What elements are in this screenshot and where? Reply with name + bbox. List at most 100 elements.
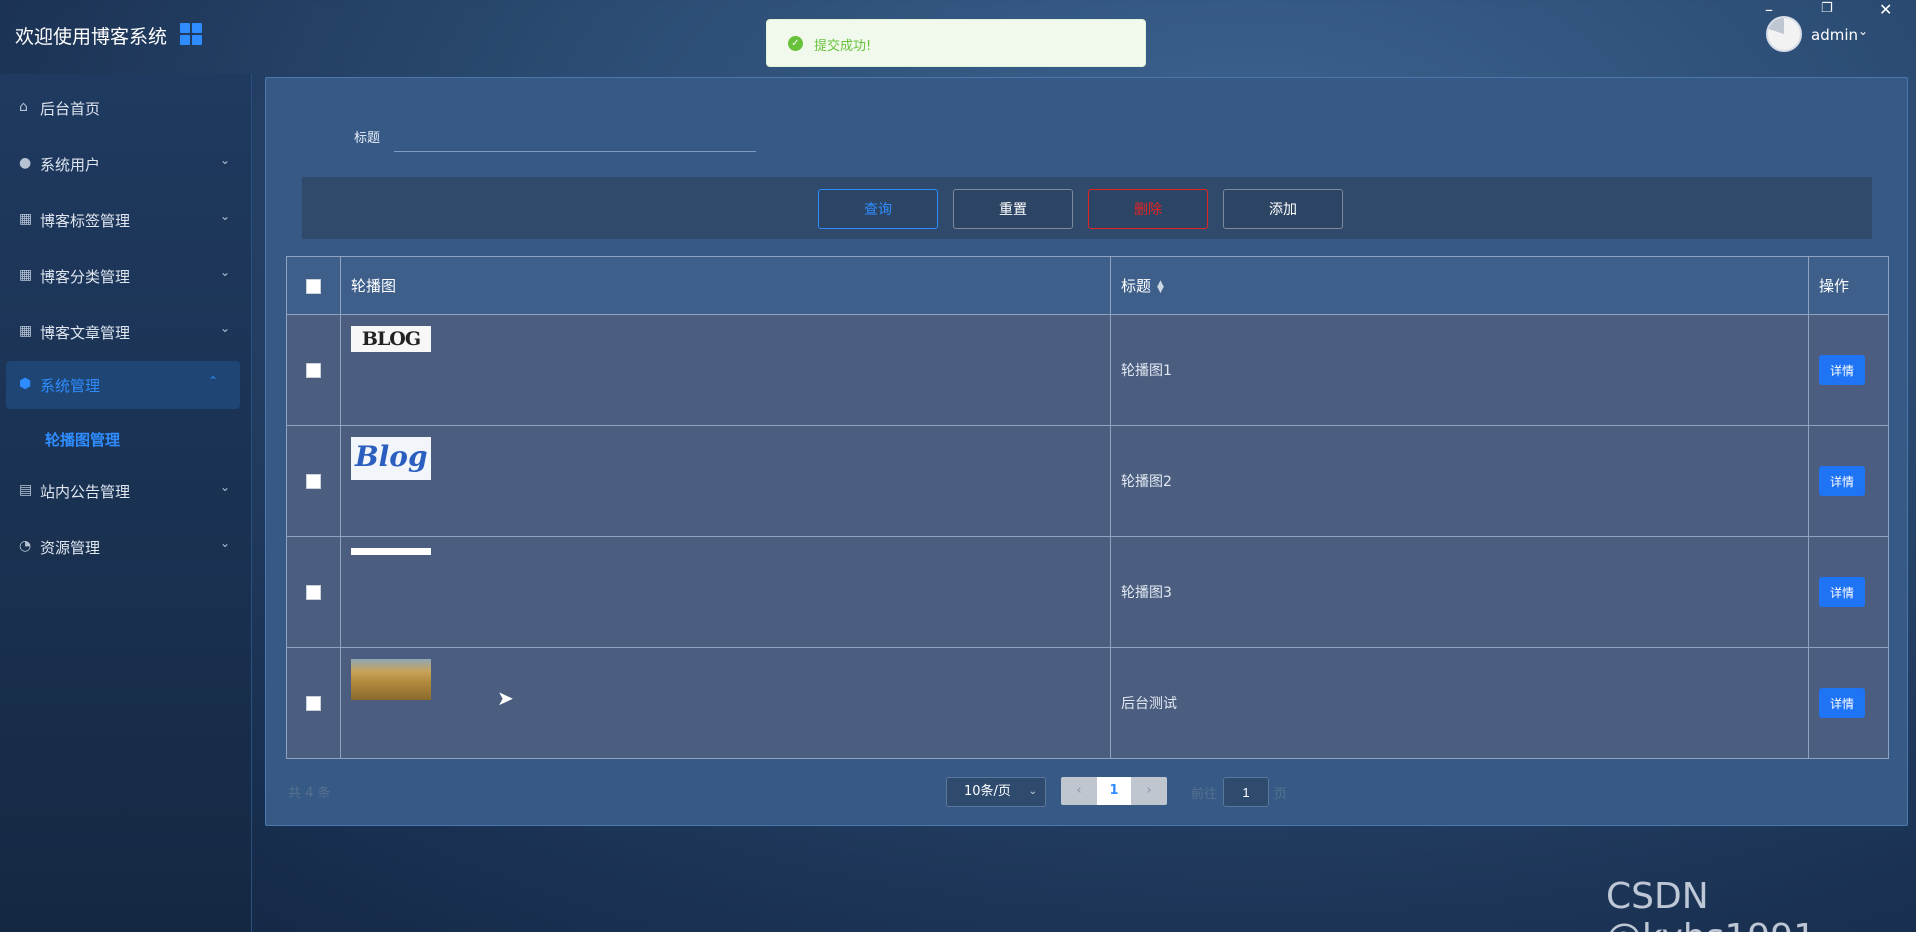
title-cell: 轮播图2 (1110, 425, 1809, 537)
user-name[interactable]: admin (1811, 26, 1858, 44)
sidebar-item-label: 资源管理 (40, 539, 101, 557)
check-circle-icon: ✓ (788, 36, 803, 51)
row-checkbox[interactable] (306, 584, 321, 600)
sidebar-item-resources[interactable]: ◔ 资源管理 ⌄ (0, 523, 252, 571)
table-row: Blog 轮播图2 详情 (286, 425, 1889, 537)
sidebar-item-label: 博客分类管理 (40, 268, 131, 286)
action-cell: 详情 (1808, 314, 1889, 426)
prev-page-button[interactable]: ‹ (1061, 777, 1097, 805)
row-checkbox[interactable] (306, 695, 321, 711)
app-title: 欢迎使用博客系统 (15, 26, 168, 48)
add-button[interactable]: 添加 (1223, 189, 1343, 229)
carousel-table: 轮播图 标题 ▲ ▼ 操作 BLOG 轮播图1 详情 Blog 轮播图2 详情 轮播 (286, 256, 1889, 759)
select-all-cell (286, 256, 341, 315)
title-cell: 轮播图1 (1110, 314, 1809, 426)
sidebar-item-label: 系统用户 (40, 156, 101, 174)
row-check-cell (286, 314, 341, 426)
total-count: 共 4 条 (288, 786, 331, 801)
thumb-cell: Blog (340, 425, 1111, 537)
sidebar-item-label: 系统管理 (40, 377, 101, 395)
page-size-value: 10条/页 (964, 784, 1011, 799)
reset-button[interactable]: 重置 (953, 189, 1073, 229)
column-header-title-label: 标题 (1121, 277, 1152, 295)
query-button[interactable]: 查询 (818, 189, 938, 229)
row-check-cell (286, 647, 341, 759)
sidebar-item-label: 博客文章管理 (40, 324, 131, 342)
row-check-cell (286, 536, 341, 648)
chevron-down-icon[interactable]: ⌄ (1858, 24, 1868, 38)
sidebar: ⌂ 后台首页 ● 系统用户 ⌄ ▦ 博客标签管理 ⌄ ▦ 博客分类管理 ⌄ ▦ … (0, 74, 252, 932)
chevron-down-icon: ⌄ (219, 480, 230, 494)
title-search-input[interactable] (394, 116, 756, 152)
action-cell: 详情 (1808, 536, 1889, 648)
carousel-thumbnail (351, 548, 431, 555)
grid-icon: ▦ (19, 323, 33, 339)
page-size-select[interactable]: 10条/页 ⌄ (946, 777, 1046, 807)
table-row: BLOG 轮播图1 详情 (286, 314, 1889, 426)
pie-chart-icon: ◔ (19, 538, 32, 554)
grid-icon: ▦ (19, 267, 33, 283)
page-number-current[interactable]: 1 (1097, 777, 1131, 805)
column-header-image: 轮播图 (340, 256, 1111, 315)
sidebar-item-categories[interactable]: ▦ 博客分类管理 ⌄ (0, 252, 252, 300)
chevron-down-icon: ⌄ (219, 265, 230, 279)
table-row: 后台测试 详情 (286, 647, 1889, 759)
detail-button[interactable]: 详情 (1819, 466, 1865, 496)
row-checkbox[interactable] (306, 362, 321, 378)
next-page-button[interactable]: › (1131, 777, 1167, 805)
avatar[interactable] (1766, 16, 1802, 52)
chevron-down-icon: ⌄ (219, 321, 230, 335)
sort-icon[interactable]: ▲ ▼ (1157, 279, 1164, 294)
close-icon[interactable]: ✕ (1879, 0, 1892, 19)
sidebar-item-label: 站内公告管理 (40, 483, 131, 501)
restore-icon[interactable]: ❐ (1821, 1, 1833, 16)
row-checkbox[interactable] (306, 473, 321, 489)
sidebar-item-label: 后台首页 (40, 100, 101, 118)
toast-message: 提交成功! (814, 39, 872, 54)
table-header-row: 轮播图 标题 ▲ ▼ 操作 (286, 256, 1889, 315)
thumb-cell: BLOG (340, 314, 1111, 426)
sidebar-item-system[interactable]: ⬢ 系统管理 ⌃ (6, 361, 240, 409)
chevron-down-icon: ⌄ (219, 536, 230, 550)
column-header-title[interactable]: 标题 ▲ ▼ (1110, 256, 1809, 315)
sidebar-item-notices[interactable]: ▤ 站内公告管理 ⌄ (0, 467, 252, 515)
sidebar-item-tags[interactable]: ▦ 博客标签管理 ⌄ (0, 196, 252, 244)
thumb-cell (340, 536, 1111, 648)
table-row: 轮播图3 详情 (286, 536, 1889, 648)
chevron-up-icon: ⌃ (207, 374, 218, 388)
column-header-action: 操作 (1808, 256, 1889, 315)
gear-icon: ⬢ (19, 376, 32, 392)
action-cell: 详情 (1808, 425, 1889, 537)
goto-page-input[interactable] (1223, 777, 1269, 807)
sidebar-item-label: 博客标签管理 (40, 212, 131, 230)
search-label: 标题 (354, 131, 381, 146)
sidebar-subitem-carousel[interactable]: 轮播图管理 (45, 429, 120, 450)
title-cell: 后台测试 (1110, 647, 1809, 759)
user-icon: ● (19, 155, 32, 171)
detail-button[interactable]: 详情 (1819, 577, 1865, 607)
detail-button[interactable]: 详情 (1819, 355, 1865, 385)
sidebar-item-users[interactable]: ● 系统用户 ⌄ (0, 140, 252, 188)
delete-button[interactable]: 删除 (1088, 189, 1208, 229)
select-all-checkbox[interactable] (306, 278, 321, 294)
main-panel: 标题 查询 重置 删除 添加 轮播图 标题 ▲ ▼ 操作 BLOG 轮播图1 详… (265, 77, 1908, 826)
sidebar-item-home[interactable]: ⌂ 后台首页 (0, 84, 252, 132)
home-icon: ⌂ (19, 99, 28, 115)
carousel-thumbnail: BLOG (351, 326, 431, 352)
goto-suffix: 页 (1274, 787, 1288, 802)
grid-icon: ▦ (19, 211, 33, 227)
carousel-thumbnail (351, 659, 431, 700)
detail-button[interactable]: 详情 (1819, 688, 1865, 718)
action-bar: 查询 重置 删除 添加 (302, 177, 1872, 239)
thumb-cell (340, 647, 1111, 759)
action-cell: 详情 (1808, 647, 1889, 759)
watermark: CSDN @kybs1991 (1606, 876, 1816, 932)
chevron-down-icon: ⌄ (1028, 786, 1037, 797)
success-toast: ✓ 提交成功! (766, 19, 1146, 67)
chevron-down-icon: ⌄ (219, 153, 230, 167)
minimize-icon[interactable]: – (1765, 0, 1773, 19)
sidebar-item-articles[interactable]: ▦ 博客文章管理 ⌄ (0, 308, 252, 356)
menu-grid-icon[interactable] (180, 23, 202, 45)
chevron-down-icon: ⌄ (219, 209, 230, 223)
goto-label: 前往 (1191, 787, 1218, 802)
